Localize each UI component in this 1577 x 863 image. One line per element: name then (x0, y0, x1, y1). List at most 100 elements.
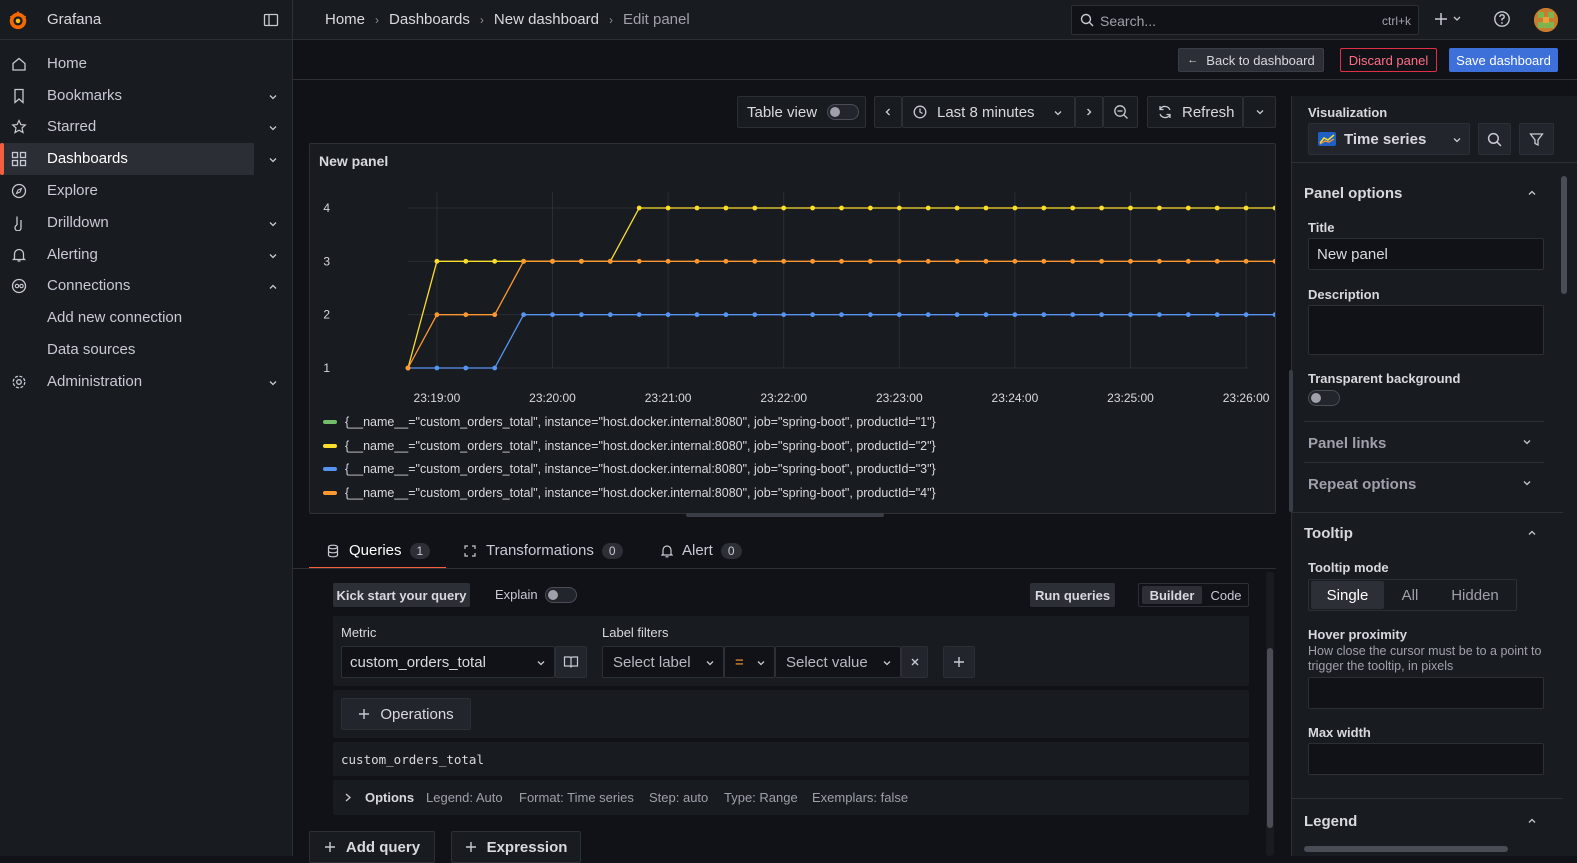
tooltip-mode-single[interactable]: Single (1311, 581, 1384, 609)
grafana-logo-icon[interactable] (7, 8, 29, 32)
sidebar-item-connections[interactable]: Connections (0, 270, 293, 302)
search-input[interactable]: Search... ctrl+k (1071, 5, 1419, 35)
chevron-up-icon[interactable] (1527, 188, 1537, 198)
add-expression-button[interactable]: Expression (451, 831, 581, 863)
legend-item[interactable]: {__name__="custom_orders_total", instanc… (323, 415, 936, 429)
sidebar-item-data-sources[interactable]: Data sources (0, 334, 293, 366)
chevron-down-icon[interactable] (268, 92, 278, 102)
hover-proximity-input[interactable] (1308, 677, 1544, 709)
chevron-down-icon[interactable] (1522, 478, 1532, 488)
legend-item[interactable]: {__name__="custom_orders_total", instanc… (323, 439, 936, 453)
series-point (1041, 312, 1047, 318)
select-value-dropdown[interactable]: Select value (775, 646, 901, 678)
explain-switch[interactable] (545, 587, 577, 603)
legend-item[interactable]: {__name__="custom_orders_total", instanc… (323, 486, 936, 500)
chevron-down-icon[interactable] (1522, 437, 1532, 447)
series-point (1185, 258, 1191, 264)
sidebar-item-dashboards[interactable]: Dashboards (0, 143, 254, 175)
query-options-row[interactable]: Options Legend: Auto Format: Time series… (333, 780, 1249, 815)
sidebar-item-drilldown[interactable]: Drilldown (0, 207, 293, 239)
tooltip-mode-all[interactable]: All (1389, 581, 1431, 609)
y-tick-label: 1 (323, 361, 330, 375)
table-view-switch[interactable] (827, 104, 859, 120)
time-back-button[interactable] (874, 96, 902, 128)
metrics-explorer-button[interactable] (555, 646, 587, 678)
tab-transformations[interactable]: Transformations 0 (463, 532, 623, 569)
series-point (1128, 205, 1133, 211)
chevron-up-icon[interactable] (1527, 816, 1537, 826)
chevron-up-icon[interactable] (1527, 528, 1537, 538)
legend-item[interactable]: {__name__="custom_orders_total", instanc… (323, 462, 936, 476)
time-forward-button[interactable] (1075, 96, 1103, 128)
repeat-options-header[interactable]: Repeat options (1308, 476, 1416, 493)
time-series-chart[interactable]: 1 2 3 4 23:19:00 23:20:00 23:21:00 23:22:00 23:2… (310, 144, 1275, 409)
builder-mode-button[interactable]: Builder (1142, 586, 1202, 604)
kick-start-query-button[interactable]: Kick start your query (333, 583, 470, 607)
sidebar-item-add-new-connection[interactable]: Add new connection (0, 302, 293, 334)
operator-select[interactable]: = (724, 646, 775, 678)
chevron-up-icon[interactable] (268, 282, 278, 292)
options-scrollbar-thumb[interactable] (1561, 176, 1567, 294)
breadcrumb-home[interactable]: Home (325, 11, 365, 29)
legend-label: {__name__="custom_orders_total", instanc… (345, 415, 936, 429)
connections-icon (11, 278, 27, 294)
discard-panel-label: Discard panel (1348, 52, 1429, 68)
search-options-button[interactable] (1478, 123, 1511, 155)
panel-resize-handle[interactable] (686, 513, 884, 517)
options-pane-resize-handle[interactable] (1289, 370, 1293, 512)
sidebar-item-administration[interactable]: Administration (0, 366, 293, 398)
sidebar-item-home[interactable]: Home (0, 48, 293, 80)
chevron-down-icon[interactable] (268, 219, 278, 229)
transparent-background-switch[interactable] (1308, 390, 1340, 406)
chevron-down-icon (883, 661, 891, 666)
chevron-right-icon (1087, 108, 1092, 116)
apps-icon (11, 151, 27, 167)
filter-options-button[interactable] (1519, 123, 1554, 155)
sidebar-item-bookmarks[interactable]: Bookmarks (0, 80, 293, 112)
metric-select[interactable]: custom_orders_total (341, 646, 555, 678)
tooltip-header[interactable]: Tooltip (1304, 525, 1353, 542)
time-range-picker[interactable]: Last 8 minutes (902, 96, 1075, 128)
plus-icon[interactable] (1433, 10, 1463, 30)
panel-links-header[interactable]: Panel links (1308, 435, 1386, 452)
tab-alert[interactable]: Alert 0 (661, 532, 742, 569)
refresh-button[interactable]: Refresh (1147, 96, 1243, 128)
breadcrumb-dashboards[interactable]: Dashboards (389, 11, 470, 29)
chevron-down-icon[interactable] (268, 378, 278, 388)
zoom-out-button[interactable] (1103, 96, 1138, 128)
panel-options-header[interactable]: Panel options (1304, 185, 1402, 202)
run-queries-button[interactable]: Run queries (1030, 583, 1115, 607)
help-icon[interactable] (1493, 10, 1511, 28)
user-avatar[interactable] (1534, 8, 1558, 32)
remove-filter-button[interactable] (901, 646, 928, 678)
sidebar-item-explore[interactable]: Explore (0, 175, 293, 207)
dock-menu-icon[interactable] (263, 12, 279, 28)
sidebar-item-label: Data sources (47, 341, 136, 358)
breadcrumb-new-dashboard[interactable]: New dashboard (494, 11, 599, 29)
chevron-down-icon[interactable] (268, 123, 278, 133)
operations-button[interactable]: Operations (341, 698, 471, 730)
title-input[interactable]: New panel (1308, 238, 1544, 270)
discard-panel-button[interactable]: Discard panel (1340, 48, 1437, 72)
legend-header[interactable]: Legend (1304, 813, 1357, 830)
chevron-down-icon[interactable] (268, 251, 278, 261)
add-filter-button[interactable] (943, 646, 975, 678)
query-scrollbar-thumb[interactable] (1267, 648, 1273, 828)
series-point (1012, 312, 1018, 318)
tab-queries[interactable]: Queries 1 (309, 532, 446, 570)
back-to-dashboard-button[interactable]: ← Back to dashboard (1178, 48, 1324, 72)
tooltip-mode-hidden[interactable]: Hidden (1436, 581, 1514, 609)
select-label-dropdown[interactable]: Select label (602, 646, 724, 678)
add-query-button[interactable]: Add query (309, 831, 435, 863)
refresh-interval-button[interactable] (1243, 96, 1276, 128)
description-textarea[interactable] (1308, 305, 1544, 355)
chevron-down-icon[interactable] (268, 155, 278, 165)
options-horizontal-scrollbar[interactable] (1304, 846, 1508, 852)
max-width-input[interactable] (1308, 743, 1544, 775)
code-mode-button[interactable]: Code (1205, 586, 1247, 604)
sidebar-item-starred[interactable]: Starred (0, 111, 293, 143)
table-view-toggle[interactable]: Table view (737, 96, 866, 128)
sidebar-item-alerting[interactable]: Alerting (0, 239, 293, 271)
visualization-picker[interactable]: Time series (1308, 123, 1470, 155)
save-dashboard-button[interactable]: Save dashboard (1449, 48, 1558, 72)
